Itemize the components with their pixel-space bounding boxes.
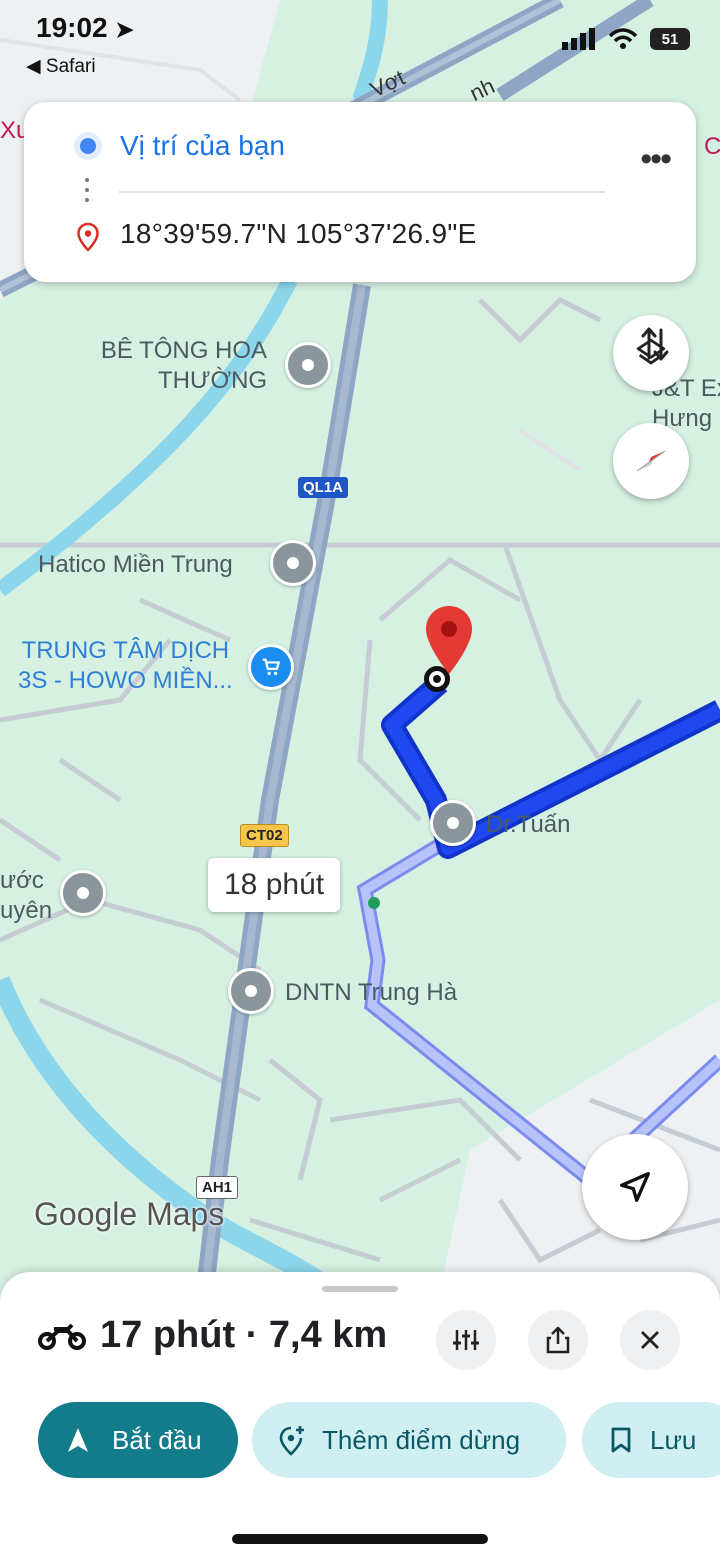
place-label-right-edge: C — [704, 133, 720, 160]
status-time-text: 19:02 — [36, 12, 108, 43]
place-label-line: TRUNG TÂM DỊCH — [21, 637, 230, 664]
location-arrow-icon: ➤ — [115, 17, 134, 42]
share-button[interactable] — [528, 1310, 588, 1370]
trip-time-distance: 17 phút · 7,4 km — [100, 1314, 388, 1356]
origin-dot-icon — [80, 138, 96, 154]
compass-icon — [636, 450, 666, 472]
swap-arrows-icon — [641, 327, 669, 361]
bookmark-icon — [611, 1427, 631, 1453]
destination-pin-small-icon — [77, 222, 99, 252]
destination-pin-icon[interactable] — [424, 604, 474, 676]
origin-field[interactable]: Vị trí của bạn — [120, 130, 285, 162]
place-label-hatico[interactable]: Hatico Miền Trung — [38, 550, 233, 580]
trip-bottom-sheet: 17 phút · 7,4 km Bắt đầu Thêm điểm dừng … — [0, 1272, 720, 1559]
shopping-cart-icon[interactable] — [248, 644, 294, 690]
route-dots-icon — [85, 178, 89, 208]
origin-row[interactable]: Vị trí của bạn ••• — [24, 120, 696, 180]
cellular-signal-icon — [562, 28, 595, 50]
navigation-arrow-icon — [620, 1172, 650, 1202]
save-label: Lưu — [650, 1424, 697, 1455]
route-time-chip[interactable]: 18 phút — [208, 858, 341, 912]
add-stop-label: Thêm điểm dừng — [322, 1424, 521, 1455]
place-pin-icon[interactable] — [228, 968, 274, 1014]
navigation-start-icon — [68, 1428, 88, 1452]
place-pin-icon[interactable] — [270, 540, 316, 586]
share-icon — [546, 1326, 570, 1354]
place-label-line: THƯỜNG — [158, 367, 268, 394]
google-maps-logo: Google Maps — [34, 1196, 225, 1232]
more-options-button[interactable]: ••• — [640, 140, 672, 179]
directions-card: Vị trí của bạn ••• 18°39'59.7"N 105°37'2… — [24, 102, 696, 361]
place-label-line: BÊ TÔNG HOA — [100, 337, 268, 364]
destination-field[interactable]: 18°39'59.7"N 105°37'26.9"E — [120, 218, 477, 250]
back-triangle-icon: ◀ — [26, 56, 41, 77]
add-stop-button[interactable]: Thêm điểm dừng — [252, 1402, 566, 1478]
status-bar: 19:02 ➤ ◀ Safari 51 — [0, 0, 720, 100]
add-stop-pin-icon — [279, 1426, 304, 1456]
my-location-button[interactable] — [582, 1134, 688, 1240]
place-pin-icon[interactable] — [60, 870, 106, 916]
status-time: 19:02 ➤ — [36, 12, 134, 44]
start-button-label: Bắt đầu — [112, 1424, 202, 1455]
status-right: 51 — [562, 28, 690, 50]
place-label-dntn[interactable]: DNTN Trung Hà — [285, 978, 457, 1008]
swap-button[interactable] — [640, 324, 670, 369]
place-label-line: ước — [0, 867, 44, 894]
place-label-left-cut[interactable]: ước uyên — [0, 866, 52, 926]
destination-row[interactable]: 18°39'59.7"N 105°37'26.9"E — [24, 210, 696, 361]
battery-indicator: 51 — [650, 28, 690, 50]
route-options-button[interactable] — [436, 1310, 496, 1370]
compass-button[interactable] — [613, 423, 689, 499]
back-to-app-link[interactable]: ◀ Safari — [26, 55, 96, 78]
place-pin-icon[interactable] — [430, 800, 476, 846]
back-app-label: Safari — [45, 56, 96, 77]
divider — [119, 191, 605, 193]
place-label-trung-tam[interactable]: TRUNG TÂM DỊCH 3S - HOWO MIỀN... — [18, 636, 233, 696]
tune-sliders-icon — [453, 1330, 479, 1350]
close-button[interactable] — [620, 1310, 680, 1370]
place-label-line: 3S - HOWO MIỀN... — [18, 667, 233, 694]
close-icon — [641, 1331, 659, 1349]
trip-summary: 17 phút · 7,4 km — [38, 1314, 387, 1357]
motorcycle-icon — [38, 1323, 86, 1350]
shield-ct02: CT02 — [240, 824, 289, 847]
sheet-drag-handle[interactable] — [322, 1286, 398, 1292]
place-label-dr-tuan[interactable]: Dr.Tuấn — [486, 810, 570, 840]
shield-ql1a: QL1A — [298, 477, 349, 498]
home-indicator — [232, 1534, 488, 1544]
place-label-line: uyên — [0, 897, 53, 924]
save-button[interactable]: Lưu — [582, 1402, 720, 1478]
place-label-be-tong[interactable]: BÊ TÔNG HOA THƯỜNG — [96, 336, 267, 396]
wifi-icon — [608, 28, 638, 49]
start-button[interactable]: Bắt đầu — [38, 1402, 238, 1478]
place-pin-icon[interactable] — [285, 342, 331, 388]
